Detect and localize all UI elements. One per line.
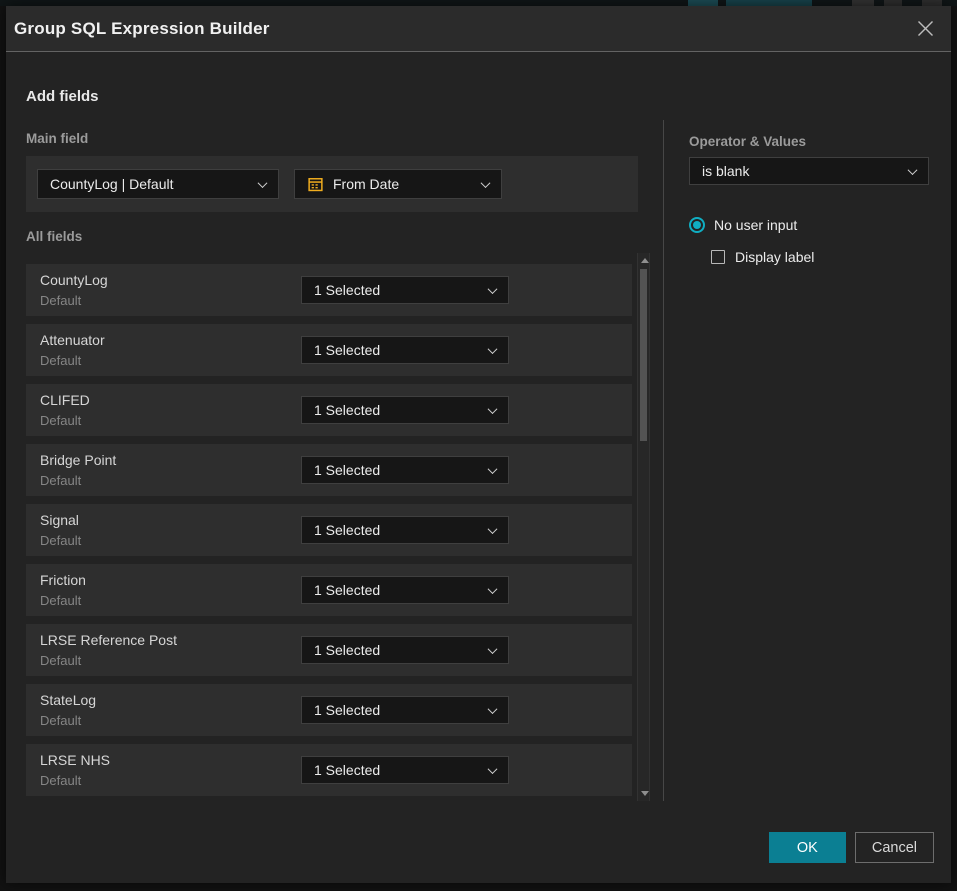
field-sublabel: Default — [40, 472, 295, 490]
radio-selected-icon — [689, 217, 705, 233]
field-sublabel: Default — [40, 292, 295, 310]
main-field-dropdown-value: From Date — [333, 176, 473, 192]
chevron-down-icon — [488, 284, 498, 294]
chevron-down-icon — [481, 178, 491, 188]
field-row-text: LRSE NHS Default — [40, 751, 295, 790]
field-row: LRSE NHS Default 1 Selected — [26, 744, 632, 796]
no-user-input-option[interactable]: No user input — [689, 217, 797, 233]
display-label-option[interactable]: Display label — [711, 249, 814, 265]
field-row: Friction Default 1 Selected — [26, 564, 632, 616]
field-name: StateLog — [40, 691, 295, 709]
field-selected-dropdown[interactable]: 1 Selected — [301, 276, 509, 304]
field-selected-dropdown[interactable]: 1 Selected — [301, 516, 509, 544]
chevron-down-icon — [488, 524, 498, 534]
field-row-text: StateLog Default — [40, 691, 295, 730]
field-row-text: CLIFED Default — [40, 391, 295, 430]
main-layer-dropdown-value: CountyLog | Default — [50, 176, 250, 192]
field-selected-dropdown[interactable]: 1 Selected — [301, 756, 509, 784]
field-row: Bridge Point Default 1 Selected — [26, 444, 632, 496]
field-selected-value: 1 Selected — [314, 642, 480, 658]
add-fields-heading: Add fields — [26, 88, 99, 105]
field-selected-dropdown[interactable]: 1 Selected — [301, 636, 509, 664]
no-user-input-label: No user input — [714, 217, 797, 233]
chevron-down-icon — [908, 165, 918, 175]
field-name: Attenuator — [40, 331, 295, 349]
operator-values-heading: Operator & Values — [689, 134, 806, 149]
field-sublabel: Default — [40, 352, 295, 370]
chevron-down-icon — [488, 404, 498, 414]
dialog-footer: OK Cancel — [769, 832, 934, 863]
field-name: Bridge Point — [40, 451, 295, 469]
field-row: Signal Default 1 Selected — [26, 504, 632, 556]
field-name: Signal — [40, 511, 295, 529]
field-row-text: Signal Default — [40, 511, 295, 550]
field-sublabel: Default — [40, 532, 295, 550]
ok-button[interactable]: OK — [769, 832, 846, 863]
chevron-down-icon — [258, 178, 268, 188]
chevron-down-icon — [488, 344, 498, 354]
field-row: CountyLog Default 1 Selected — [26, 264, 632, 316]
scroll-up-arrow-icon[interactable] — [641, 258, 649, 263]
field-selected-value: 1 Selected — [314, 582, 480, 598]
field-sublabel: Default — [40, 592, 295, 610]
close-icon — [917, 20, 934, 37]
main-field-dropdown[interactable]: From Date — [294, 169, 502, 199]
field-selected-value: 1 Selected — [314, 402, 480, 418]
display-label-label: Display label — [735, 249, 814, 265]
field-sublabel: Default — [40, 412, 295, 430]
close-button[interactable] — [913, 17, 937, 41]
field-row-text: LRSE Reference Post Default — [40, 631, 295, 670]
field-selected-value: 1 Selected — [314, 522, 480, 538]
checkbox-unchecked-icon — [711, 250, 725, 264]
field-sublabel: Default — [40, 652, 295, 670]
field-selected-dropdown[interactable]: 1 Selected — [301, 696, 509, 724]
list-scrollbar[interactable] — [637, 253, 650, 801]
field-selected-dropdown[interactable]: 1 Selected — [301, 456, 509, 484]
scroll-down-arrow-icon[interactable] — [641, 791, 649, 796]
field-sublabel: Default — [40, 772, 295, 790]
field-name: CountyLog — [40, 271, 295, 289]
chevron-down-icon — [488, 584, 498, 594]
field-row-text: Bridge Point Default — [40, 451, 295, 490]
field-row: LRSE Reference Post Default 1 Selected — [26, 624, 632, 676]
field-sublabel: Default — [40, 712, 295, 730]
field-row: CLIFED Default 1 Selected — [26, 384, 632, 436]
operator-dropdown[interactable]: is blank — [689, 157, 929, 185]
group-sql-expression-builder-dialog: Group SQL Expression Builder Add fields … — [6, 6, 951, 883]
field-selected-dropdown[interactable]: 1 Selected — [301, 576, 509, 604]
field-row: StateLog Default 1 Selected — [26, 684, 632, 736]
all-fields-label: All fields — [26, 229, 82, 244]
calendar-icon — [307, 176, 324, 193]
field-name: CLIFED — [40, 391, 295, 409]
all-fields-list: CountyLog Default 1 Selected Attenuator … — [26, 264, 632, 801]
operator-dropdown-value: is blank — [702, 163, 900, 179]
dialog-title: Group SQL Expression Builder — [14, 19, 270, 39]
field-selected-value: 1 Selected — [314, 762, 480, 778]
field-selected-value: 1 Selected — [314, 342, 480, 358]
field-row-text: CountyLog Default — [40, 271, 295, 310]
chevron-down-icon — [488, 464, 498, 474]
main-layer-dropdown[interactable]: CountyLog | Default — [37, 169, 279, 199]
field-selected-dropdown[interactable]: 1 Selected — [301, 336, 509, 364]
field-row-text: Friction Default — [40, 571, 295, 610]
field-row-text: Attenuator Default — [40, 331, 295, 370]
field-selected-value: 1 Selected — [314, 282, 480, 298]
field-selected-value: 1 Selected — [314, 702, 480, 718]
cancel-button[interactable]: Cancel — [855, 832, 934, 863]
panel-divider — [663, 120, 664, 801]
field-name: LRSE Reference Post — [40, 631, 295, 649]
field-name: Friction — [40, 571, 295, 589]
scrollbar-thumb[interactable] — [640, 269, 647, 441]
field-selected-dropdown[interactable]: 1 Selected — [301, 396, 509, 424]
field-name: LRSE NHS — [40, 751, 295, 769]
dialog-header: Group SQL Expression Builder — [6, 6, 951, 52]
main-field-label: Main field — [26, 131, 88, 146]
field-row: Attenuator Default 1 Selected — [26, 324, 632, 376]
main-field-panel: CountyLog | Default From Date — [26, 156, 638, 212]
chevron-down-icon — [488, 704, 498, 714]
chevron-down-icon — [488, 764, 498, 774]
chevron-down-icon — [488, 644, 498, 654]
field-selected-value: 1 Selected — [314, 462, 480, 478]
